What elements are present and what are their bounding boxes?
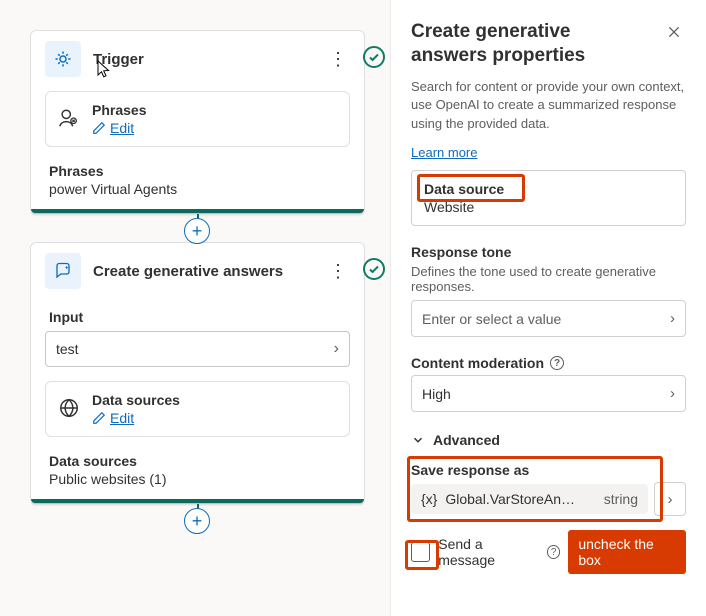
tone-desc: Defines the tone used to create generati…: [411, 264, 686, 294]
input-value: test: [56, 341, 79, 357]
panel-header: Create generative answers properties: [411, 20, 686, 68]
close-icon: [666, 24, 682, 40]
close-button[interactable]: [662, 20, 686, 49]
tone-label: Response tone: [411, 244, 686, 260]
advanced-label: Advanced: [433, 432, 500, 448]
properties-panel: Create generative answers properties Sea…: [390, 0, 706, 616]
gen-more-button[interactable]: ⋮: [326, 259, 350, 283]
send-message-row: Send a message ? uncheck the box: [411, 530, 686, 574]
trigger-more-button[interactable]: ⋮: [326, 47, 350, 71]
advanced-toggle[interactable]: Advanced: [411, 432, 686, 448]
phrases-label: Phrases: [92, 102, 146, 118]
phrases-body: Phrases Edit: [92, 102, 146, 136]
moderation-value: High: [422, 386, 451, 402]
moderation-select[interactable]: High ›: [411, 375, 686, 412]
gen-footer-value: Public websites (1): [49, 471, 346, 487]
trigger-footer: Phrases power Virtual Agents: [31, 159, 364, 209]
input-field[interactable]: test ›: [45, 331, 350, 367]
ds-edit-link[interactable]: Edit: [92, 410, 180, 426]
gen-footer: Data sources Public websites (1): [31, 449, 364, 499]
tone-placeholder: Enter or select a value: [422, 311, 561, 327]
check-circle-icon: [362, 257, 386, 281]
gen-header: Create generative answers ⋮: [31, 243, 364, 299]
trigger-title: Trigger: [93, 51, 314, 68]
learn-more-link[interactable]: Learn more: [411, 145, 477, 160]
trigger-node[interactable]: Trigger ⋮ Phrases Edit Phrases power Vir…: [30, 30, 365, 214]
phrases-card[interactable]: Phrases Edit: [45, 91, 350, 147]
add-step-button[interactable]: +: [184, 508, 210, 534]
node-accent: [31, 209, 364, 213]
variable-pill[interactable]: {x} Global.VarStoreAn… string: [411, 484, 648, 514]
pencil-icon: [92, 411, 106, 425]
gen-footer-label: Data sources: [49, 453, 346, 469]
variable-type: string: [596, 491, 638, 507]
gen-title: Create generative answers: [93, 263, 314, 280]
help-icon[interactable]: ?: [547, 545, 560, 559]
flow-canvas: Trigger ⋮ Phrases Edit Phrases power Vir…: [0, 0, 390, 616]
ds-body: Data sources Edit: [92, 392, 180, 426]
phrases-icon: [58, 107, 80, 132]
variable-name: Global.VarStoreAn…: [445, 491, 575, 507]
edit-text: Edit: [110, 410, 134, 426]
connector: +: [197, 504, 199, 534]
edit-text: Edit: [110, 120, 134, 136]
chevron-right-icon: ›: [670, 385, 675, 402]
trigger-icon: [45, 41, 81, 77]
data-source-label: Data source: [424, 181, 504, 197]
data-source-box[interactable]: Data source Website: [411, 170, 686, 226]
response-tone-section: Response tone Defines the tone used to c…: [411, 244, 686, 337]
variable-picker-button[interactable]: ›: [654, 482, 686, 516]
add-step-button[interactable]: +: [184, 218, 210, 244]
datasources-card[interactable]: Data sources Edit: [45, 381, 350, 437]
phrases-edit-link[interactable]: Edit: [92, 120, 146, 136]
pencil-icon: [92, 121, 106, 135]
save-as-label: Save response as: [411, 462, 686, 478]
chevron-down-icon: [411, 433, 425, 447]
trigger-footer-label: Phrases: [49, 163, 346, 179]
save-response-section: Save response as {x} Global.VarStoreAn… …: [411, 462, 686, 516]
panel-title: Create generative answers properties: [411, 20, 651, 68]
data-source-value: Website: [424, 199, 474, 215]
send-message-label: Send a message: [438, 536, 539, 568]
trigger-footer-value: power Virtual Agents: [49, 181, 346, 197]
trigger-header: Trigger ⋮: [31, 31, 364, 87]
send-message-checkbox[interactable]: [411, 542, 430, 562]
variable-icon: {x}: [421, 491, 437, 507]
chevron-right-icon: ›: [334, 340, 339, 358]
input-label: Input: [31, 299, 364, 331]
help-icon[interactable]: ?: [550, 356, 564, 370]
tone-select[interactable]: Enter or select a value ›: [411, 300, 686, 337]
connector: +: [197, 214, 199, 242]
globe-icon: [58, 397, 80, 422]
sparkle-chat-icon: [45, 253, 81, 289]
chevron-right-icon: ›: [670, 310, 675, 327]
annotation-badge: uncheck the box: [568, 530, 686, 574]
chevron-right-icon: ›: [668, 491, 673, 508]
panel-description: Search for content or provide your own c…: [411, 78, 686, 135]
node-accent: [31, 499, 364, 503]
moderation-section: Content moderation ? High ›: [411, 355, 686, 412]
gen-answers-node[interactable]: Create generative answers ⋮ Input test ›…: [30, 242, 365, 504]
ds-label: Data sources: [92, 392, 180, 408]
check-circle-icon: [362, 45, 386, 69]
moderation-label: Content moderation: [411, 355, 544, 371]
